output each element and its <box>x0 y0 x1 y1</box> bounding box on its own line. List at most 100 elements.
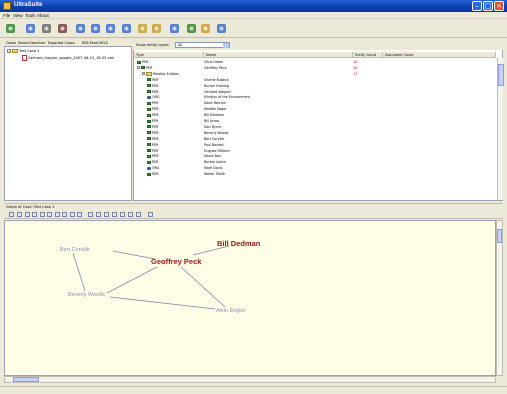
link-icon[interactable] <box>168 22 181 35</box>
table-row[interactable]: PER Beverly Woods <box>134 131 496 136</box>
scrollbar-thumb[interactable] <box>13 377 39 382</box>
tab-rss-feed-urls[interactable]: RSS Feed URLS <box>82 41 108 45</box>
column-header-name[interactable]: Name <box>204 52 353 58</box>
zoom-out-icon[interactable] <box>104 22 117 35</box>
pan-tool-icon[interactable] <box>17 212 22 217</box>
menu-file[interactable]: File <box>3 13 10 18</box>
cards-icon[interactable] <box>74 22 87 35</box>
close-button[interactable]: × <box>494 1 504 11</box>
tree-item-file[interactable]: Gerhard_Hagner_google_2007-06-15_18-05.x… <box>22 55 114 61</box>
table-row[interactable]: PER Bert Corville <box>134 137 496 142</box>
row-type-cell: PER <box>147 137 158 142</box>
table-row[interactable]: PER Geoffrey Peck 20 <box>134 66 496 71</box>
filter-tool-icon[interactable] <box>25 212 30 217</box>
graph-node-beverly-woods[interactable]: Beverly Woods <box>68 292 105 298</box>
expand-toggle-icon[interactable] <box>137 66 140 70</box>
minimize-button[interactable]: – <box>472 1 482 11</box>
network-icon[interactable] <box>24 22 37 35</box>
person-icon <box>147 149 151 152</box>
legend-icon[interactable] <box>128 212 133 217</box>
table-row[interactable]: PER Hugues Pelbem <box>134 149 496 154</box>
export-tool-icon[interactable] <box>40 212 45 217</box>
expand-toggle-icon[interactable] <box>142 72 145 76</box>
table-row[interactable]: PER Chris Urban 10 <box>134 60 496 65</box>
table-row[interactable]: ORG Ministry of the Environment <box>134 95 496 100</box>
menu-about[interactable]: About <box>37 13 49 18</box>
graph-node-alvin-engler[interactable]: Alvin Engler <box>216 308 245 314</box>
cases-panel <box>4 40 132 201</box>
people-icon[interactable] <box>150 22 163 35</box>
table-row[interactable]: PER Burton Ashim <box>134 160 496 165</box>
table-row[interactable]: PER Bill Dedman <box>134 113 496 118</box>
entities-scrollbar[interactable] <box>497 58 504 200</box>
cluster-icon[interactable] <box>120 212 125 217</box>
table-row[interactable]: PER Bill Amos <box>134 119 496 124</box>
graph-horizontal-scrollbar[interactable] <box>4 376 496 383</box>
select-tool-icon[interactable] <box>9 212 14 217</box>
layout-tool-icon[interactable] <box>32 212 37 217</box>
zoom-in-icon[interactable] <box>55 212 60 217</box>
scrollbar-thumb[interactable] <box>497 229 502 243</box>
graph-canvas[interactable]: Bill Dedman Geoffrey Peck Bert Corville Bev… <box>4 220 496 376</box>
zoom-in-icon[interactable] <box>89 22 102 35</box>
copy-icon[interactable] <box>88 212 93 217</box>
find-icon[interactable] <box>120 22 133 35</box>
tools-icon[interactable] <box>215 22 228 35</box>
paste-icon[interactable] <box>96 212 101 217</box>
delete-tool-icon[interactable] <box>47 212 52 217</box>
table-row[interactable]: Related Entities 17 <box>134 71 496 77</box>
xml-file-icon <box>22 55 27 61</box>
tab-saved-searches[interactable]: Saved Searches <box>18 41 45 45</box>
green-node-icon[interactable] <box>4 22 17 35</box>
graph-node-geoffrey-peck[interactable]: Geoffrey Peck <box>151 257 201 266</box>
grid-toggle-icon[interactable] <box>148 212 153 217</box>
table-row[interactable]: PER Gerhard Wagner <box>134 90 496 95</box>
entity-type-select[interactable]: All <box>175 42 230 48</box>
column-header-type[interactable]: Type <box>134 52 204 58</box>
fit-icon[interactable] <box>70 212 75 217</box>
row-name-cell: Hugues Pelbem <box>204 148 230 153</box>
row-name-cell: Charlie Kubeck <box>204 77 229 82</box>
chevron-down-icon[interactable] <box>223 43 229 48</box>
table-row[interactable]: PER Burton Husting <box>134 84 496 89</box>
entity-type-value: All <box>178 43 183 47</box>
print-icon[interactable] <box>136 212 141 217</box>
table-row[interactable]: PER Dan Byrne <box>134 125 496 130</box>
table-row[interactable]: PER Maddie Sager <box>134 107 496 112</box>
graph-edge <box>72 252 86 292</box>
table-row[interactable]: PER David Bau <box>134 154 496 159</box>
grid-icon[interactable] <box>112 212 117 217</box>
lock-icon[interactable] <box>77 212 82 217</box>
column-header-document-count[interactable]: Document Count <box>383 52 496 58</box>
row-type-label: ORG <box>152 95 160 100</box>
menu-view[interactable]: View <box>13 13 23 18</box>
table-row[interactable]: PER Dave Melnick <box>134 101 496 106</box>
antenna-icon[interactable] <box>56 22 69 35</box>
scrollbar-thumb[interactable] <box>498 64 504 86</box>
menu-tools[interactable]: Tools <box>25 13 36 18</box>
tab-exported-cases[interactable]: Exported Cases <box>48 41 74 45</box>
graph-vertical-scrollbar[interactable] <box>496 220 503 376</box>
refresh-icon[interactable] <box>185 22 198 35</box>
bucket-icon[interactable] <box>40 22 53 35</box>
row-type-cell: PER <box>147 78 158 83</box>
graph-node-bert-corville[interactable]: Bert Corville <box>60 247 90 253</box>
rotate-icon[interactable] <box>104 212 109 217</box>
table-row[interactable]: PER Walter Smith <box>134 172 496 177</box>
row-type-cell: PER <box>147 90 158 95</box>
row-type-label: PER <box>152 83 159 88</box>
pencil-icon[interactable] <box>199 22 212 35</box>
tree-item-case[interactable]: − Test Case 1 <box>7 49 39 53</box>
document-search-icon[interactable] <box>136 22 149 35</box>
maximize-button[interactable]: □ <box>483 1 493 11</box>
folder-icon <box>12 49 18 53</box>
table-row[interactable]: ORG Mark Davis <box>134 166 496 171</box>
tab-cases[interactable]: Cases <box>6 41 16 45</box>
graph-node-bill-dedman[interactable]: Bill Dedman <box>217 239 260 248</box>
table-row[interactable]: PER Charlie Kubeck <box>134 78 496 83</box>
collapse-toggle-icon[interactable]: − <box>7 49 11 53</box>
column-header-entity-count[interactable]: Entity Count <box>353 52 383 58</box>
zoom-out-icon[interactable] <box>62 212 67 217</box>
row-type-cell: PER <box>147 160 158 165</box>
table-row[interactable]: PER Paul Barbell <box>134 143 496 148</box>
